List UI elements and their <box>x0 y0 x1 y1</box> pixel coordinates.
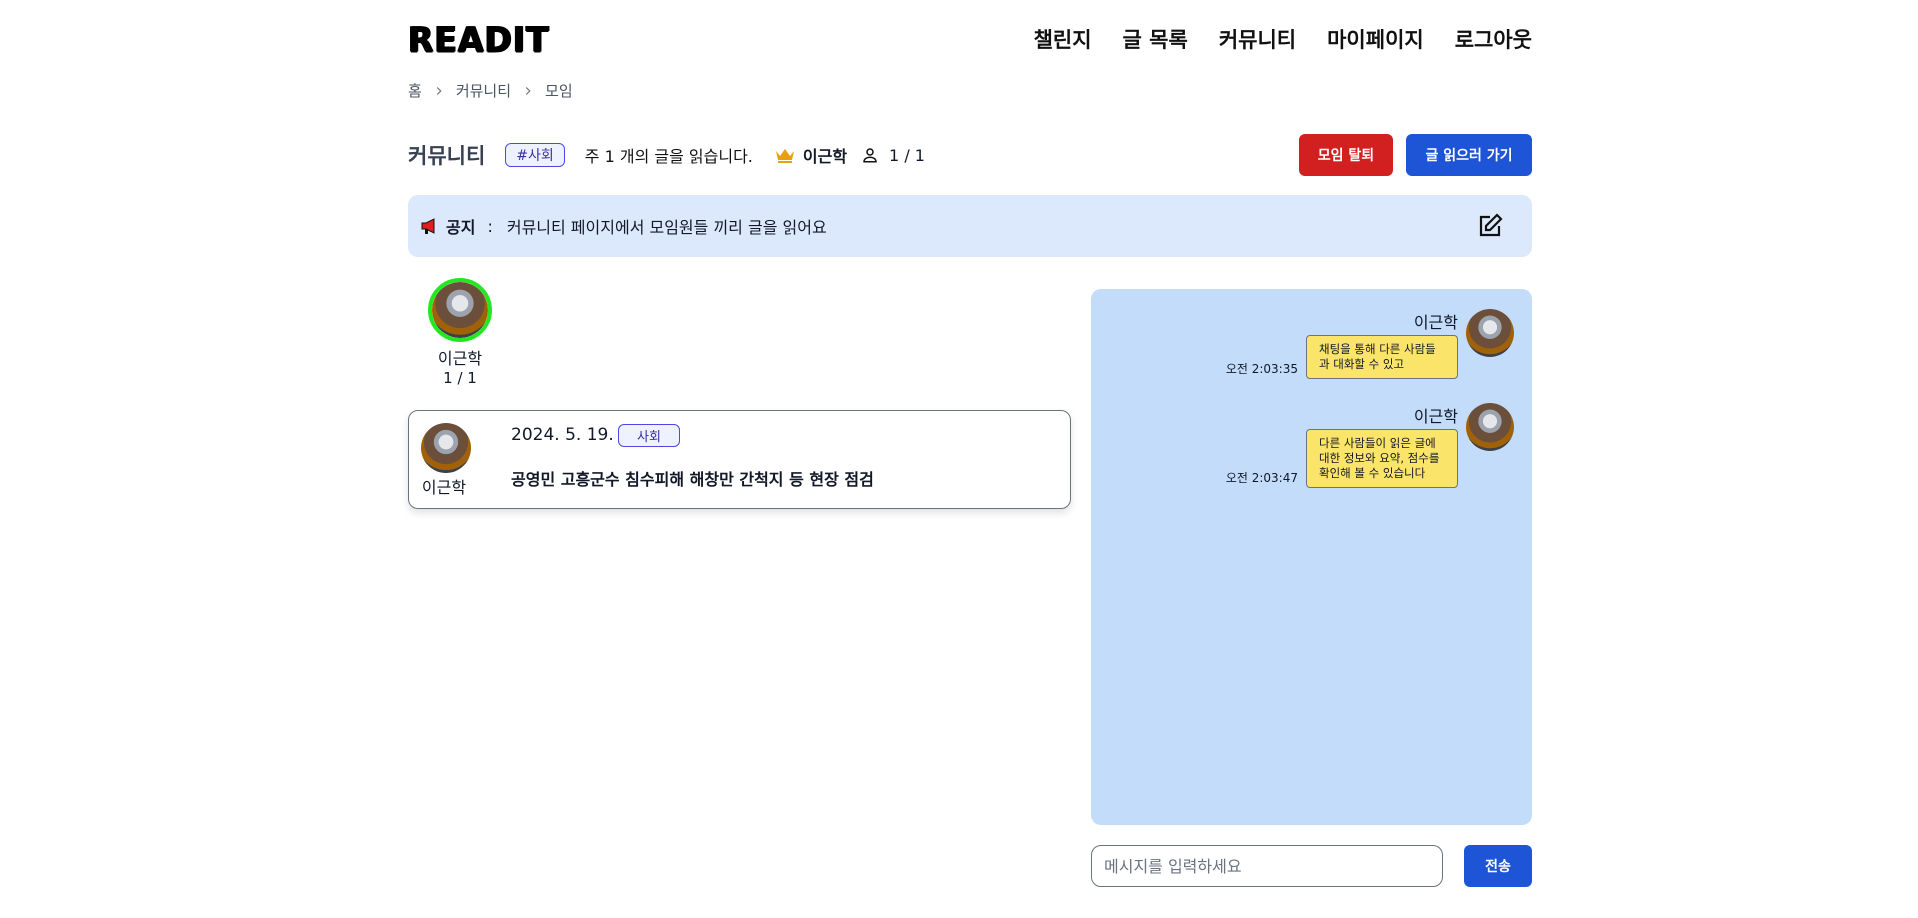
logo[interactable]: READIT <box>408 19 550 60</box>
post-author: 이근학 <box>421 423 471 498</box>
chat-message-body: 이근학 오전 2:03:35 채팅을 통해 다른 사람들과 대화할 수 있고 <box>1226 309 1458 379</box>
nav-article-list[interactable]: 글 목록 <box>1123 24 1188 54</box>
avatar <box>428 278 492 342</box>
chevron-right-icon <box>525 86 531 95</box>
member-name: 이근학 <box>437 349 483 368</box>
community-tag: #사회 <box>505 143 565 167</box>
chat-message: 이근학 오전 2:03:47 다른 사람들이 읽은 글에 대한 정보와 요약, … <box>1226 403 1514 488</box>
megaphone-icon <box>421 218 435 234</box>
go-read-button[interactable]: 글 읽으러 가기 <box>1406 134 1532 176</box>
chat-message-input[interactable] <box>1091 845 1443 887</box>
community-title-row: 커뮤니티 #사회 주 1 개의 글을 읽습니다. 이근학 1 / 1 모임 탈퇴… <box>408 134 1532 176</box>
post-title: 공영민 고흥군수 침수피해 해창만 간척지 등 현장 점검 <box>511 470 874 489</box>
chat-message-row: 오전 2:03:35 채팅을 통해 다른 사람들과 대화할 수 있고 <box>1226 335 1458 379</box>
edit-icon[interactable] <box>1476 212 1504 240</box>
weekly-goal: 주 1 개의 글을 읽습니다. <box>584 147 753 166</box>
crown-icon <box>775 149 794 163</box>
member-progress: 1 / 1 <box>443 369 477 387</box>
main-nav: 챌린지 글 목록 커뮤니티 마이페이지 로그아웃 <box>1034 24 1532 54</box>
nav-challenge[interactable]: 챌린지 <box>1034 24 1092 54</box>
chat-sender-name: 이근학 <box>1413 407 1458 426</box>
chat-message-row: 오전 2:03:47 다른 사람들이 읽은 글에 대한 정보와 요약, 점수를 … <box>1226 429 1458 488</box>
post-card[interactable]: 이근학 2024. 5. 19. 사회 공영민 고흥군수 침수피해 해창만 간척… <box>408 410 1071 509</box>
nav-community[interactable]: 커뮤니티 <box>1219 24 1296 54</box>
breadcrumb-group: 모임 <box>545 82 573 100</box>
nav-logout[interactable]: 로그아웃 <box>1455 24 1532 54</box>
notice-text: 커뮤니티 페이지에서 모임원들 끼리 글을 읽어요 <box>506 218 827 237</box>
breadcrumb-home[interactable]: 홈 <box>408 80 422 101</box>
chat-bubble: 채팅을 통해 다른 사람들과 대화할 수 있고 <box>1306 335 1458 379</box>
notice-bar: 공지 : 커뮤니티 페이지에서 모임원들 끼리 글을 읽어요 <box>408 195 1532 257</box>
breadcrumb: 홈 커뮤니티 모임 <box>408 80 573 101</box>
chat-message-body: 이근학 오전 2:03:47 다른 사람들이 읽은 글에 대한 정보와 요약, … <box>1226 403 1458 488</box>
top-header: READIT 챌린지 글 목록 커뮤니티 마이페이지 로그아웃 <box>408 18 1532 60</box>
avatar-image <box>432 282 488 338</box>
avatar <box>421 423 471 473</box>
nav-mypage[interactable]: 마이페이지 <box>1327 24 1424 54</box>
chat-sender-name: 이근학 <box>1413 313 1458 332</box>
notice-colon: : <box>487 216 493 236</box>
chat-timestamp: 오전 2:03:47 <box>1225 471 1298 485</box>
member-count: 1 / 1 <box>889 145 925 165</box>
avatar <box>1466 403 1514 451</box>
avatar <box>1466 309 1514 357</box>
post-category-badge: 사회 <box>618 424 680 447</box>
chat-panel[interactable]: 이근학 오전 2:03:35 채팅을 통해 다른 사람들과 대화할 수 있고 이… <box>1091 289 1532 825</box>
chat-message: 이근학 오전 2:03:35 채팅을 통해 다른 사람들과 대화할 수 있고 <box>1226 309 1514 379</box>
chevron-right-icon <box>436 86 442 95</box>
chat-bubble: 다른 사람들이 읽은 글에 대한 정보와 요약, 점수를 확인해 볼 수 있습니… <box>1306 429 1458 488</box>
leave-group-button[interactable]: 모임 탈퇴 <box>1299 134 1393 176</box>
breadcrumb-community[interactable]: 커뮤니티 <box>456 80 511 101</box>
post-date: 2024. 5. 19. <box>511 425 614 445</box>
chat-timestamp: 오전 2:03:35 <box>1225 362 1298 376</box>
action-buttons: 모임 탈퇴 글 읽으러 가기 <box>1299 134 1532 176</box>
notice-label: 공지 <box>446 218 476 237</box>
leader-name: 이근학 <box>802 147 848 166</box>
page-container: READIT 챌린지 글 목록 커뮤니티 마이페이지 로그아웃 홈 커뮤니티 모… <box>408 0 1532 918</box>
person-icon <box>863 148 877 163</box>
page-title: 커뮤니티 <box>408 144 486 168</box>
member-avatar-item[interactable]: 이근학 1 / 1 <box>428 278 492 387</box>
post-author-name: 이근학 <box>421 478 467 497</box>
send-button[interactable]: 전송 <box>1464 845 1532 887</box>
